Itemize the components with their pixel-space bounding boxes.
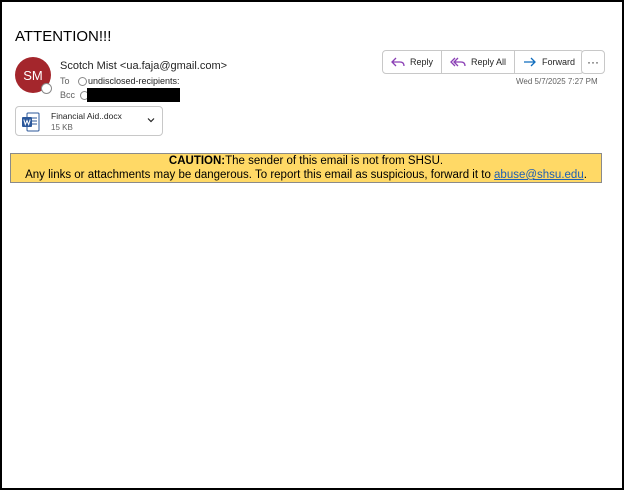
bcc-redaction-bar — [87, 88, 180, 102]
attachment-size: 15 KB — [51, 123, 73, 132]
reply-all-button[interactable]: Reply All — [442, 51, 516, 73]
external-sender-caution-banner: CAUTION:The sender of this email is not … — [10, 153, 602, 183]
reply-button[interactable]: Reply — [383, 51, 443, 73]
presence-status-icon — [41, 83, 52, 94]
caution-line-2: Any links or attachments may be dangerou… — [11, 168, 601, 182]
more-icon: ··· — [587, 55, 599, 69]
reply-icon — [391, 57, 405, 67]
caution-label: CAUTION: — [168, 155, 226, 167]
reply-label: Reply — [410, 57, 434, 67]
word-icon — [22, 112, 40, 132]
message-actions-toolbar: Reply Reply All Forward — [382, 50, 585, 74]
to-label: To — [60, 76, 70, 86]
more-actions-button[interactable]: ··· — [581, 50, 605, 74]
caution-text: The sender of this email is not from SHS… — [225, 155, 444, 167]
forward-label: Forward — [542, 57, 576, 67]
caution-line-end: . — [583, 169, 587, 181]
email-reading-pane: ATTENTION!!! SM Scotch Mist <ua.faja@gma… — [0, 0, 624, 490]
attachment-name: Financial Aid..docx — [51, 111, 122, 121]
reply-all-icon — [450, 57, 466, 67]
sender-name[interactable]: Scotch Mist <ua.faja@gmail.com> — [60, 60, 227, 72]
email-subject: ATTENTION!!! — [15, 28, 112, 45]
attachment-card[interactable]: Financial Aid..docx 15 KB — [15, 106, 163, 136]
caution-instructions: Any links or attachments may be dangerou… — [25, 169, 495, 181]
forward-button[interactable]: Forward — [515, 51, 583, 73]
report-email-link[interactable]: abuse@shsu.edu — [494, 169, 584, 181]
recipient-status-icon — [78, 77, 87, 86]
to-recipients[interactable]: undisclosed-recipients: — [88, 76, 180, 86]
chevron-down-icon[interactable] — [146, 115, 156, 125]
received-date: Wed 5/7/2025 7:27 PM — [516, 77, 598, 86]
forward-arrow-icon — [524, 57, 536, 67]
avatar-initials: SM — [23, 67, 43, 83]
reply-all-label: Reply All — [471, 57, 507, 67]
caution-line-1: CAUTION:The sender of this email is not … — [11, 154, 601, 168]
bcc-label: Bcc — [60, 90, 76, 100]
